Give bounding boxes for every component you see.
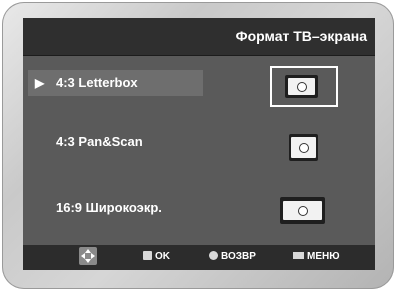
- return-icon: [209, 251, 218, 260]
- option-letterbox[interactable]: ▶ 4:3 Letterbox: [28, 70, 203, 96]
- menu-header: Формат ТВ–экрана: [23, 18, 375, 56]
- option-label: 4:3 Pan&Scan: [56, 134, 143, 149]
- menu-footer: OK ВОЗВР МЕНЮ: [23, 245, 375, 270]
- option-panscan[interactable]: 4:3 Pan&Scan: [28, 129, 203, 155]
- back-label: ВОЗВР: [221, 251, 256, 262]
- ok-hint: OK: [143, 251, 170, 262]
- option-label: 4:3 Letterbox: [56, 75, 138, 90]
- dpad-icon: [79, 247, 97, 265]
- selection-arrow-icon: ▶: [35, 76, 45, 90]
- option-widescreen[interactable]: 16:9 Широкоэкр.: [28, 195, 203, 221]
- ok-label: OK: [155, 251, 170, 262]
- menu-label: МЕНЮ: [307, 251, 340, 262]
- menu-hint: МЕНЮ: [293, 251, 340, 262]
- tv-panscan-icon: [289, 134, 318, 161]
- osd-screen: Формат ТВ–экрана ▶ 4:3 Letterbox 4:3 Pan…: [23, 18, 375, 270]
- menu-key-icon: [293, 252, 304, 259]
- menu-title: Формат ТВ–экрана: [235, 28, 367, 44]
- option-label: 16:9 Широкоэкр.: [56, 200, 162, 215]
- tv-letterbox-icon: [285, 75, 318, 98]
- back-hint: ВОЗВР: [209, 251, 256, 262]
- tv-widescreen-icon: [280, 197, 325, 224]
- enter-key-icon: [143, 251, 152, 260]
